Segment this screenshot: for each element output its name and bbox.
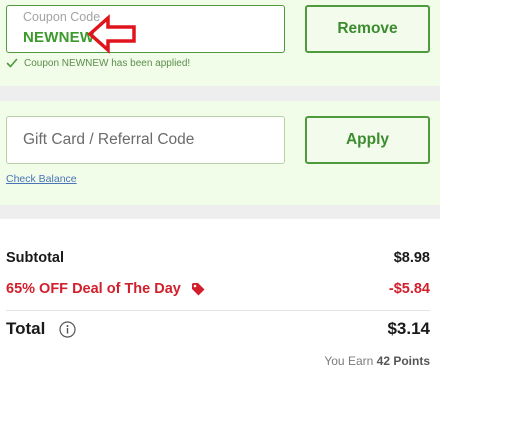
- annotation-arrow-icon: [87, 14, 136, 54]
- deal-label-group: 65% OFF Deal of The Day: [6, 281, 205, 297]
- coupon-applied-message: Coupon NEWNEW has been applied!: [6, 57, 190, 69]
- coupon-applied-text: Coupon NEWNEW has been applied!: [24, 57, 191, 69]
- tag-icon: [191, 283, 205, 296]
- apply-gift-card-button[interactable]: Apply: [305, 116, 430, 164]
- total-value: $3.14: [387, 319, 430, 338]
- gift-card-field[interactable]: Gift Card / Referral Code: [6, 116, 285, 164]
- section-divider: [0, 86, 440, 101]
- remove-coupon-button[interactable]: Remove: [305, 5, 430, 53]
- coupon-code-field[interactable]: Coupon Code NEWNEW: [6, 5, 285, 53]
- total-row: Total $3.14: [6, 319, 430, 339]
- points-prefix: You Earn: [324, 354, 374, 368]
- subtotal-label: Subtotal: [6, 250, 64, 266]
- summary-divider: [6, 310, 430, 311]
- total-label-group: Total: [6, 319, 76, 339]
- reward-points: You Earn 42 Points: [6, 354, 430, 368]
- deal-value: -$5.84: [388, 281, 430, 297]
- subtotal-value: $8.98: [393, 250, 430, 266]
- check-balance-link[interactable]: Check Balance: [6, 173, 77, 185]
- subtotal-row: Subtotal $8.98: [6, 250, 430, 266]
- check-icon: [6, 58, 18, 68]
- coupon-code-value[interactable]: NEWNEW: [23, 29, 94, 46]
- total-label: Total: [6, 319, 46, 338]
- deal-row: 65% OFF Deal of The Day -$5.84: [6, 281, 430, 297]
- points-value: 42 Points: [376, 354, 430, 368]
- info-icon[interactable]: [59, 320, 76, 338]
- deal-label: 65% OFF Deal of The Day: [6, 281, 181, 297]
- section-divider: [0, 205, 440, 219]
- gift-card-placeholder: Gift Card / Referral Code: [23, 131, 195, 148]
